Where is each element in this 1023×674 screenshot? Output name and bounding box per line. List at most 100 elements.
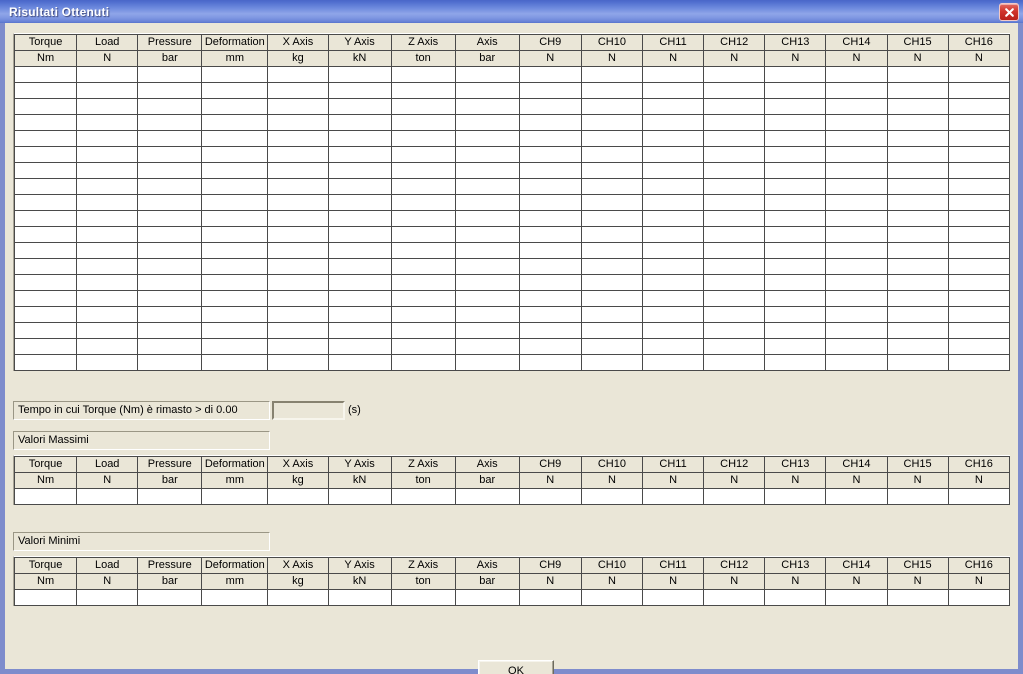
table-cell[interactable]: [267, 242, 329, 259]
table-cell[interactable]: [327, 274, 392, 291]
table-cell[interactable]: [327, 322, 392, 339]
table-row[interactable]: [13, 114, 1011, 131]
table-cell[interactable]: [825, 162, 888, 179]
table-cell[interactable]: [137, 306, 203, 323]
table-cell[interactable]: [327, 162, 392, 179]
table-cell[interactable]: [580, 194, 643, 211]
column-header-torque[interactable]: Torque: [13, 557, 78, 574]
table-cell[interactable]: [518, 82, 582, 99]
table-row[interactable]: [13, 488, 1011, 505]
table-cell[interactable]: [390, 98, 456, 115]
table-cell[interactable]: [947, 226, 1011, 243]
table-cell[interactable]: [947, 194, 1011, 211]
table-row[interactable]: [13, 66, 1011, 83]
table-cell[interactable]: [518, 66, 582, 83]
table-cell[interactable]: [390, 258, 456, 275]
table-cell[interactable]: [703, 306, 766, 323]
table-cell[interactable]: [201, 178, 269, 195]
table-cell[interactable]: [137, 354, 203, 371]
column-header-ch14[interactable]: CH14: [825, 557, 888, 574]
table-cell[interactable]: [580, 306, 643, 323]
table-cell[interactable]: [580, 242, 643, 259]
table-cell[interactable]: [518, 258, 582, 275]
table-cell[interactable]: [76, 589, 139, 606]
table-cell[interactable]: [764, 322, 827, 339]
table-cell[interactable]: [947, 242, 1011, 259]
table-cell[interactable]: [947, 354, 1011, 371]
table-cell[interactable]: [201, 306, 269, 323]
table-cell[interactable]: [137, 274, 203, 291]
table-cell[interactable]: [454, 322, 520, 339]
table-cell[interactable]: [201, 354, 269, 371]
table-row[interactable]: [13, 354, 1011, 371]
table-cell[interactable]: [267, 82, 329, 99]
table-cell[interactable]: [764, 306, 827, 323]
table-cell[interactable]: [267, 306, 329, 323]
table-cell[interactable]: [13, 306, 78, 323]
table-cell[interactable]: [13, 258, 78, 275]
column-header-pressure[interactable]: Pressure: [137, 34, 203, 51]
table-cell[interactable]: [764, 488, 827, 505]
table-cell[interactable]: [886, 242, 949, 259]
table-cell[interactable]: [641, 210, 705, 227]
table-cell[interactable]: [13, 146, 78, 163]
column-header-ch9[interactable]: CH9: [518, 34, 582, 51]
table-cell[interactable]: [703, 82, 766, 99]
table-cell[interactable]: [518, 114, 582, 131]
column-header-ch9[interactable]: CH9: [518, 456, 582, 473]
table-cell[interactable]: [886, 488, 949, 505]
table-cell[interactable]: [641, 226, 705, 243]
column-header-axis[interactable]: Axis: [454, 557, 520, 574]
table-cell[interactable]: [201, 274, 269, 291]
table-cell[interactable]: [825, 306, 888, 323]
table-cell[interactable]: [76, 66, 139, 83]
table-cell[interactable]: [454, 210, 520, 227]
table-cell[interactable]: [641, 306, 705, 323]
table-cell[interactable]: [201, 338, 269, 355]
table-cell[interactable]: [641, 258, 705, 275]
table-cell[interactable]: [390, 114, 456, 131]
table-cell[interactable]: [703, 194, 766, 211]
table-cell[interactable]: [390, 146, 456, 163]
table-cell[interactable]: [703, 226, 766, 243]
table-cell[interactable]: [201, 82, 269, 99]
table-cell[interactable]: [947, 98, 1011, 115]
table-cell[interactable]: [825, 274, 888, 291]
table-cell[interactable]: [13, 114, 78, 131]
table-cell[interactable]: [267, 322, 329, 339]
table-cell[interactable]: [454, 226, 520, 243]
column-header-ch9[interactable]: CH9: [518, 557, 582, 574]
table-cell[interactable]: [641, 242, 705, 259]
table-cell[interactable]: [390, 589, 456, 606]
table-cell[interactable]: [327, 354, 392, 371]
time-value-input[interactable]: [272, 401, 345, 420]
table-cell[interactable]: [580, 98, 643, 115]
table-cell[interactable]: [201, 242, 269, 259]
table-cell[interactable]: [825, 226, 888, 243]
table-cell[interactable]: [454, 178, 520, 195]
table-cell[interactable]: [454, 98, 520, 115]
results-grid[interactable]: Torque Load Pressure Deformation X Axis Y Axi…: [13, 33, 1011, 371]
table-cell[interactable]: [76, 210, 139, 227]
table-cell[interactable]: [703, 66, 766, 83]
table-cell[interactable]: [137, 114, 203, 131]
table-cell[interactable]: [641, 488, 705, 505]
table-row[interactable]: [13, 162, 1011, 179]
table-cell[interactable]: [267, 354, 329, 371]
table-cell[interactable]: [454, 194, 520, 211]
table-cell[interactable]: [764, 194, 827, 211]
table-cell[interactable]: [641, 114, 705, 131]
column-header-z-axis[interactable]: Z Axis: [390, 34, 456, 51]
table-cell[interactable]: [641, 290, 705, 307]
table-cell[interactable]: [76, 290, 139, 307]
table-row[interactable]: [13, 194, 1011, 211]
table-cell[interactable]: [703, 242, 766, 259]
column-header-deformation[interactable]: Deformation: [201, 34, 269, 51]
table-cell[interactable]: [137, 210, 203, 227]
table-row[interactable]: [13, 589, 1011, 606]
table-cell[interactable]: [641, 322, 705, 339]
table-cell[interactable]: [886, 354, 949, 371]
table-cell[interactable]: [764, 66, 827, 83]
table-cell[interactable]: [703, 114, 766, 131]
table-cell[interactable]: [390, 242, 456, 259]
